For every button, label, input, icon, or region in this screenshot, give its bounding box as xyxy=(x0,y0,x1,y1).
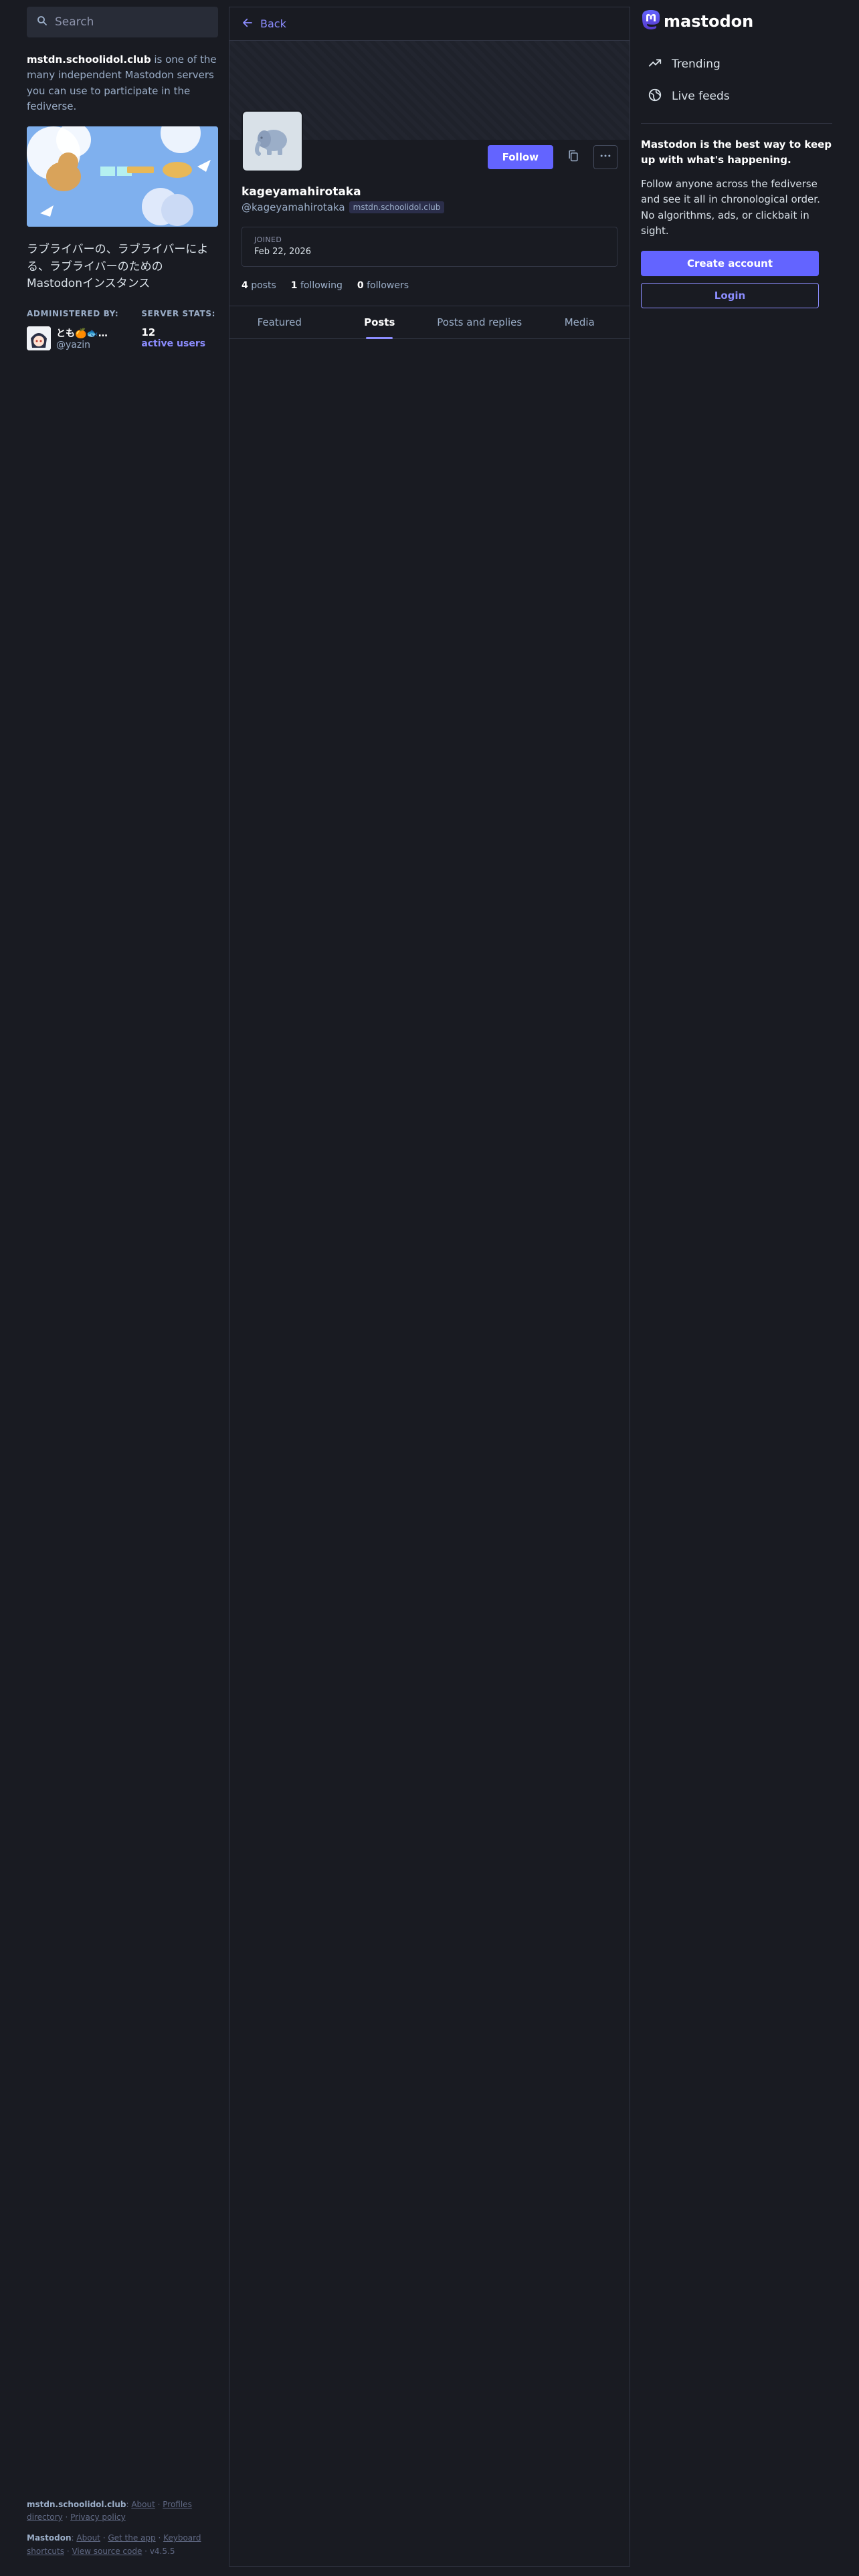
copy-link-button[interactable] xyxy=(561,145,585,169)
create-account-button[interactable]: Create account xyxy=(641,251,819,276)
following-count-link[interactable]: 1 following xyxy=(291,280,343,291)
search-box[interactable] xyxy=(27,7,218,37)
server-description: ラブライバーの、ラブライバーによる、ラブライバーのためのMastodonインスタ… xyxy=(27,243,209,290)
tab-posts[interactable]: Posts xyxy=(330,306,430,339)
followers-label: followers xyxy=(367,280,409,291)
arrow-left-icon xyxy=(242,17,254,31)
login-button[interactable]: Login xyxy=(641,283,819,308)
footer-mastodon-links: Mastodon: About · Get the app · Keyboard… xyxy=(27,2533,201,2556)
admin-display-name[interactable]: とも🍊🐟… xyxy=(56,326,108,340)
active-users-label: active users xyxy=(141,338,206,349)
search-input[interactable] xyxy=(55,15,202,29)
profile-top: Follow xyxy=(229,110,630,191)
trending-icon xyxy=(648,56,662,74)
joined-label: JOINED xyxy=(254,235,282,244)
server-stats-label: SERVER STATS: xyxy=(141,308,215,318)
account-handle-row: @kageyamahirotaka mstdn.schoolidol.club xyxy=(242,201,617,213)
mastodon-logo-icon xyxy=(641,9,661,33)
admin-handle[interactable]: @yazin xyxy=(56,340,108,350)
followers-count: 0 xyxy=(357,280,364,291)
profile-counts: 4 posts 1 following 0 followers xyxy=(229,267,630,291)
footer-server-name: mstdn.schoolidol.club xyxy=(27,2500,126,2509)
promo-body: Follow anyone across the fediverse and s… xyxy=(641,178,820,237)
tab-featured[interactable]: Featured xyxy=(229,306,330,338)
domain-badge[interactable]: mstdn.schoolidol.club xyxy=(349,201,445,213)
more-options-button[interactable] xyxy=(593,145,617,169)
server-intro: mstdn.schoolidol.club is one of the many… xyxy=(27,52,218,114)
server-hero-image xyxy=(27,126,218,227)
administered-by: ADMINISTERED BY: とも🍊🐟… @yazin xyxy=(27,309,118,350)
footer-about-link[interactable]: About xyxy=(131,2500,155,2509)
footer-version: v4.5.5 xyxy=(149,2546,175,2556)
posts-count-link[interactable]: 4 posts xyxy=(242,280,276,291)
profile-column: Back Follow kageyamahirotaka @kageyamahi… xyxy=(229,7,630,2567)
following-label: following xyxy=(300,280,343,291)
posts-label: posts xyxy=(251,280,276,291)
footer: mstdn.schoolidol.club: About · Profiles … xyxy=(27,2498,227,2566)
footer-mastodon-label: Mastodon xyxy=(27,2533,72,2543)
globe-icon xyxy=(648,88,662,106)
avatar[interactable] xyxy=(27,326,51,350)
divider xyxy=(641,123,832,124)
server-name: mstdn.schoolidol.club xyxy=(27,53,151,66)
following-count: 1 xyxy=(290,280,298,291)
right-column: mastodon Trending Live feeds Mastodon is… xyxy=(641,8,832,308)
mastodon-logo[interactable]: mastodon xyxy=(641,8,832,35)
tab-posts-and-replies[interactable]: Posts and replies xyxy=(430,306,530,338)
tab-media[interactable]: Media xyxy=(530,306,630,338)
footer-server-links: mstdn.schoolidol.club: About · Profiles … xyxy=(27,2500,192,2523)
nav-item-live-feeds[interactable]: Live feeds xyxy=(641,80,832,112)
footer-view-source-link[interactable]: View source code xyxy=(72,2547,142,2556)
account-handle: @kageyamahirotaka xyxy=(242,201,345,213)
copy-icon xyxy=(567,149,580,165)
more-icon xyxy=(599,149,612,165)
joined-date: Feb 22, 2026 xyxy=(254,247,312,257)
left-column: mstdn.schoolidol.club is one of the many… xyxy=(27,7,218,350)
followers-count-link[interactable]: 0 followers xyxy=(357,280,409,291)
elephant-icon xyxy=(255,130,287,156)
admin-account[interactable]: とも🍊🐟… @yazin xyxy=(27,326,118,350)
active-users-count: 12 xyxy=(141,326,156,338)
search-icon xyxy=(36,15,48,29)
promo-title: Mastodon is the best way to keep up with… xyxy=(641,138,832,166)
nav-item-trending[interactable]: Trending xyxy=(641,48,832,80)
profile-actions: Follow xyxy=(487,145,617,169)
back-label: Back xyxy=(260,17,286,30)
mastodon-wordmark: mastodon xyxy=(664,12,754,31)
administered-label: ADMINISTERED BY: xyxy=(27,308,119,318)
admin-stats: ADMINISTERED BY: とも🍊🐟… @yazin SERVER STA… xyxy=(27,309,218,350)
navigation: Trending Live feeds xyxy=(641,48,832,112)
footer-mastodon-about-link[interactable]: About xyxy=(76,2533,100,2543)
nav-item-label: Live feeds xyxy=(672,90,730,103)
footer-get-app-link[interactable]: Get the app xyxy=(108,2533,155,2543)
profile-tabs: Featured Posts Posts and replies Media xyxy=(229,306,630,339)
avatar[interactable] xyxy=(242,110,303,172)
joined-info: JOINED Feb 22, 2026 xyxy=(242,227,617,267)
posts-count: 4 xyxy=(242,280,248,291)
back-button[interactable]: Back xyxy=(229,7,630,41)
footer-privacy-policy-link[interactable]: Privacy policy xyxy=(70,2512,126,2522)
server-stats: SERVER STATS: 12 active users xyxy=(141,309,215,350)
nav-item-label: Trending xyxy=(672,58,721,71)
follow-button[interactable]: Follow xyxy=(487,145,553,169)
